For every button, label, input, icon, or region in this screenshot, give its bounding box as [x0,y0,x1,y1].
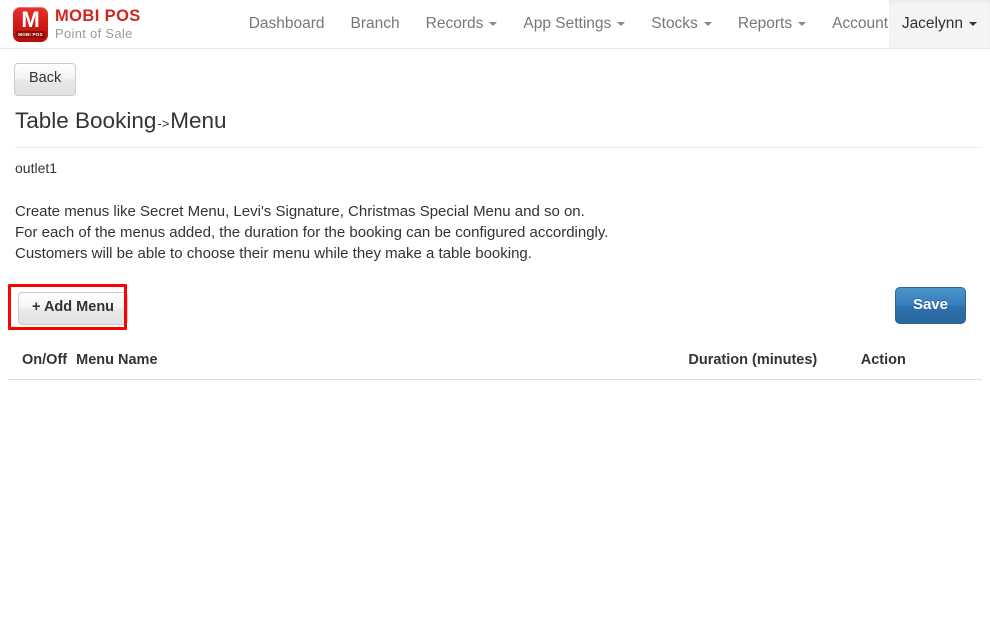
table-header-row: On/Off Menu Name Duration (minutes) Acti… [8,343,982,380]
description-line: Customers will be able to choose their m… [15,244,532,262]
back-button[interactable]: Back [14,63,77,96]
nav-item-dashboard[interactable]: Dashboard [236,0,338,48]
top-navigation-bar: M MOBI POS MOBI POS Point of Sale Dashbo… [0,0,990,49]
outlet-name: outlet1 [15,159,58,176]
nav-menu: Dashboard Branch Records App Settings St… [236,0,923,48]
description-line: For each of the menus added, the duratio… [15,223,609,241]
mobi-pos-logo-icon: M MOBI POS [13,6,48,42]
chevron-down-icon [798,22,807,26]
brand-logo-link[interactable]: M MOBI POS MOBI POS Point of Sale [0,0,141,48]
brand-text: MOBI POS Point of Sale [55,8,141,40]
nav-item-stocks[interactable]: Stocks [638,0,725,48]
column-header-menu-name: Menu Name [76,343,689,380]
nav-item-user-menu[interactable]: Jacelynn [888,0,990,48]
nav-item-label: Branch [350,15,400,32]
nav-item-records[interactable]: Records [413,0,511,48]
nav-user-label: Jacelynn [901,15,963,32]
description-line: Create menus like Secret Menu, Levi's Si… [15,202,585,220]
nav-item-reports[interactable]: Reports [725,0,819,48]
chevron-down-icon [489,22,498,26]
nav-item-app-settings[interactable]: App Settings [510,0,638,48]
nav-item-label: Stocks [651,15,698,32]
menu-table: On/Off Menu Name Duration (minutes) Acti… [8,343,982,381]
nav-user-area: Jacelynn [888,0,990,48]
chevron-down-icon [617,22,626,26]
nav-item-label: Accounts [832,15,896,32]
nav-item-label: Reports [737,15,793,32]
page-description: Create menus like Secret Menu, Levi's Si… [15,201,982,264]
nav-item-label: Records [425,15,484,32]
page-content: Back Table Booking->Menu outlet1 Create … [0,49,990,381]
page-title-sub: Menu [170,107,227,133]
add-menu-button[interactable]: + Add Menu [18,291,129,325]
menu-table-header: On/Off Menu Name Duration (minutes) Acti… [8,343,982,380]
nav-item-label: Dashboard [248,15,325,32]
action-row: + Add Menu Save [8,283,982,340]
nav-item-branch[interactable]: Branch [338,0,413,48]
column-header-duration: Duration (minutes) [688,343,861,380]
page-title: Table Booking->Menu [15,107,982,148]
chevron-down-icon [703,22,712,26]
page-title-main: Table Booking [15,107,157,133]
nav-item-label: App Settings [523,15,612,32]
brand-title: MOBI POS [55,7,141,26]
save-button[interactable]: Save [894,286,966,325]
column-header-onoff: On/Off [8,343,77,380]
brand-subtitle: Point of Sale [55,25,133,41]
column-header-action: Action [860,343,982,380]
logo-badge-text: MOBI POS [16,31,45,38]
logo-letter: M [21,6,40,32]
page-title-arrow: -> [157,115,170,131]
chevron-down-icon [969,22,977,26]
menu-table-body [8,379,982,380]
